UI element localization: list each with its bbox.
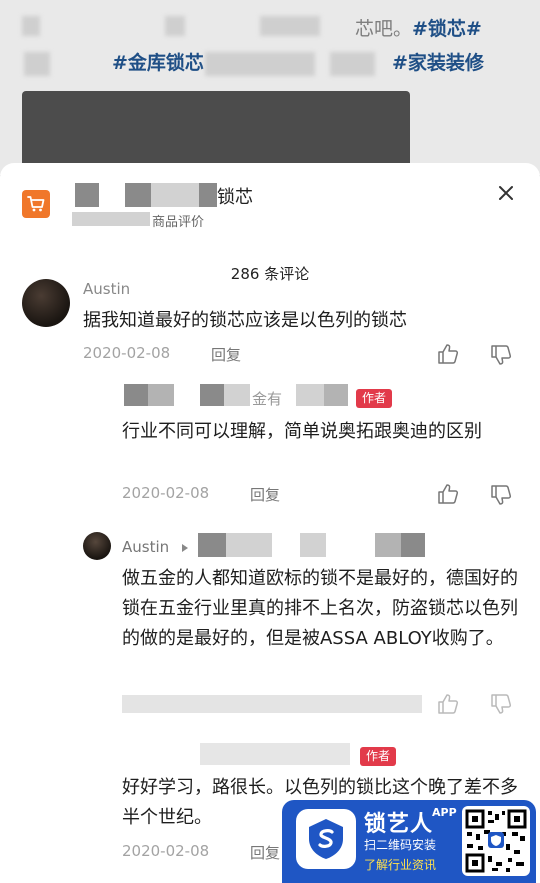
pixelated-name xyxy=(375,533,401,557)
dislike-icon[interactable] xyxy=(490,693,512,715)
like-icon[interactable] xyxy=(437,693,459,715)
background-article: 芯吧。#锁芯# #金库锁芯 #家装装修 xyxy=(0,0,540,175)
close-icon xyxy=(499,186,513,200)
pixelated-name xyxy=(226,533,272,557)
like-icon[interactable] xyxy=(437,343,459,365)
reply-text: 行业不同可以理解，简单说奥拓跟奥迪的区别 xyxy=(122,421,482,442)
post-hashtag: #锁芯# xyxy=(412,18,482,40)
author-badge: 作者 xyxy=(360,747,397,766)
product-badge[interactable] xyxy=(22,190,50,218)
pixelated-name xyxy=(200,743,350,765)
post-text: 芯吧。 xyxy=(355,18,413,40)
brand-name: 锁艺人 xyxy=(364,812,434,837)
comment-username[interactable]: Austin xyxy=(83,280,130,298)
post-image xyxy=(22,91,410,171)
background-post-hashtag: #金库锁芯 xyxy=(112,52,204,74)
reply-date: 2020-02-08 xyxy=(122,842,210,860)
close-button[interactable] xyxy=(492,179,520,207)
pixelated-name xyxy=(200,384,224,406)
brand-learn-text: 了解行业资讯 xyxy=(364,858,437,872)
reply-button[interactable]: 回复 xyxy=(250,484,280,505)
qr-code[interactable] xyxy=(462,806,530,876)
background-post-hashtag: #家装装修 xyxy=(392,52,484,74)
brand-scan-text: 扫二维码安装 xyxy=(364,838,437,852)
reply-username[interactable]: 金有 xyxy=(252,388,282,409)
qr-code-icon xyxy=(465,809,527,873)
pixelated-name xyxy=(124,384,148,406)
blurred-text xyxy=(24,52,50,76)
pixelated-name xyxy=(75,183,99,207)
pixelated-name xyxy=(324,384,348,406)
dislike-icon[interactable] xyxy=(490,344,512,366)
like-icon[interactable] xyxy=(437,483,459,505)
reply-text: 做五金的人都知道欧标的锁不是最好的，德国好的锁在五金行业里真的排不上名次，防盗锁… xyxy=(122,568,518,649)
comment-sheet: 锁芯 商品评价 286 条评论 Austin 据我知道最好的锁芯应该是以色列的锁… xyxy=(0,163,540,883)
blurred-text xyxy=(205,52,315,76)
pixelated-name xyxy=(300,533,326,557)
brand-app-label: APP xyxy=(432,806,457,819)
pixelated-name xyxy=(199,183,217,207)
pixelated-name xyxy=(401,533,425,557)
comment-date: 2020-02-08 xyxy=(83,344,171,362)
brand-logo xyxy=(296,809,356,869)
pixelated-name xyxy=(198,533,226,557)
blurred-meta-row xyxy=(122,695,422,713)
shield-logo-icon xyxy=(309,819,343,859)
reply-to-arrow-icon xyxy=(182,544,188,552)
author-badge: 作者 xyxy=(356,389,393,408)
pixelated-name xyxy=(72,212,150,226)
pixelated-name xyxy=(296,384,324,406)
blurred-text xyxy=(260,16,320,36)
avatar[interactable] xyxy=(83,532,111,560)
background-post-line1: 芯吧。#锁芯# xyxy=(355,14,482,41)
reply-button[interactable]: 回复 xyxy=(250,842,280,863)
pixelated-name xyxy=(224,384,250,406)
blurred-text xyxy=(330,52,375,76)
dislike-icon[interactable] xyxy=(490,484,512,506)
avatar[interactable] xyxy=(22,279,70,327)
comment-text: 据我知道最好的锁芯应该是以色列的锁芯 xyxy=(83,310,407,331)
reply-date: 2020-02-08 xyxy=(122,484,210,502)
product-title: 锁芯 xyxy=(217,187,253,208)
blurred-text xyxy=(165,16,185,36)
blurred-text xyxy=(22,16,40,36)
comment-count: 286 条评论 xyxy=(230,265,310,283)
product-subtitle: 商品评价 xyxy=(152,215,205,230)
cart-icon xyxy=(27,196,45,212)
brand-watermark-banner: 锁艺人 APP 扫二维码安装 了解行业资讯 xyxy=(282,800,536,883)
pixelated-name xyxy=(125,183,151,207)
pixelated-name xyxy=(151,183,199,207)
reply-button[interactable]: 回复 xyxy=(211,344,241,365)
reply-username[interactable]: Austin xyxy=(122,538,169,556)
pixelated-name xyxy=(148,384,174,406)
